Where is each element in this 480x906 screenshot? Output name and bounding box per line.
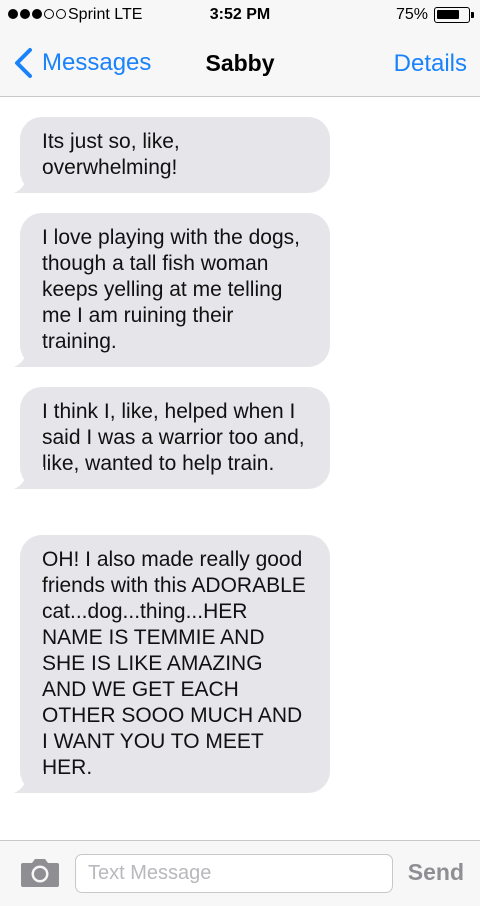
compose-bar: Send (0, 840, 480, 906)
bubble-tail (14, 171, 44, 193)
message-bubble[interactable]: I love playing with the dogs, though a t… (14, 213, 330, 367)
message-bubble-body: I love playing with the dogs, though a t… (14, 213, 330, 367)
message-bubble-body: I think I, like, helped when I said I wa… (14, 387, 330, 489)
message-bubble-body: OH! I also made really good friends with… (14, 535, 330, 793)
chevron-left-icon (15, 48, 32, 78)
battery-level-fill (437, 10, 459, 19)
details-button[interactable]: Details (394, 50, 467, 78)
bubble-tail (14, 771, 44, 793)
send-button[interactable]: Send (408, 859, 464, 886)
camera-icon[interactable] (20, 856, 60, 888)
battery-icon (434, 7, 474, 23)
message-input[interactable] (75, 854, 393, 893)
message-bubble[interactable]: Its just so, like, overwhelming! (14, 117, 330, 193)
back-button-label: Messages (42, 49, 152, 76)
message-bubble[interactable]: I think I, like, helped when I said I wa… (14, 387, 330, 489)
message-thread[interactable]: Its just so, like, overwhelming! I love … (0, 97, 480, 840)
message-text: OH! I also made really good friends with… (42, 548, 306, 779)
back-button[interactable]: Messages (12, 47, 151, 79)
battery-tip (471, 12, 474, 18)
bubble-tail (14, 467, 44, 489)
message-bubble-body: Its just so, like, overwhelming! (14, 117, 330, 193)
status-bar: Sprint LTE 3:52 PM 75% (0, 0, 480, 30)
message-text: I love playing with the dogs, though a t… (42, 226, 300, 353)
message-text: I think I, like, helped when I said I wa… (42, 400, 305, 475)
message-text: Its just so, like, overwhelming! (42, 130, 180, 179)
nav-bar: Messages Sabby Details (0, 30, 480, 97)
battery-percent: 75% (395, 6, 428, 23)
message-bubble[interactable]: OH! I also made really good friends with… (14, 535, 330, 793)
bubble-tail (14, 345, 44, 367)
